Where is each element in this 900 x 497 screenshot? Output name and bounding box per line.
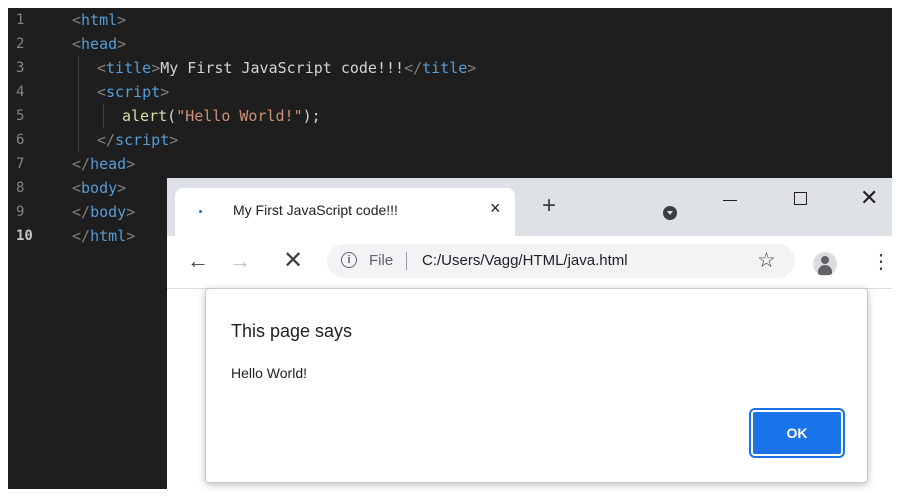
code-text: </body> xyxy=(72,203,136,221)
tab-close-icon[interactable]: × xyxy=(490,198,501,219)
stop-button[interactable]: ✕ xyxy=(283,246,303,275)
code-text: <body> xyxy=(72,179,127,197)
alert-dialog: This page says Hello World! OK xyxy=(205,288,868,483)
line-number: 5 xyxy=(16,108,25,124)
line-number: 3 xyxy=(16,60,25,76)
profile-avatar-icon[interactable] xyxy=(813,252,837,276)
code-line[interactable]: 1 <html> xyxy=(8,8,892,32)
new-tab-button[interactable]: + xyxy=(542,194,556,218)
code-text: <head> xyxy=(72,35,127,53)
dialog-message: Hello World! xyxy=(231,365,307,381)
scheme-label: File xyxy=(369,252,394,269)
dialog-title: This page says xyxy=(231,321,353,341)
line-number: 6 xyxy=(16,132,25,148)
maximize-icon[interactable] xyxy=(794,192,807,205)
code-line[interactable]: 5 alert("Hello World!"); xyxy=(8,104,892,128)
url-text[interactable]: C:/Users/Vagg/HTML/java.html xyxy=(422,252,628,269)
bookmark-star-icon[interactable]: ☆ xyxy=(757,248,776,273)
code-text: <script> xyxy=(97,83,170,101)
browser-tab[interactable]: My First JavaScript code!!! × xyxy=(175,188,515,236)
window-close-icon[interactable]: ✕ xyxy=(860,185,878,211)
code-line[interactable]: 3 <title>My First JavaScript code!!!</tit… xyxy=(8,56,892,80)
browser-toolbar: ← → ✕ i File C:/Users/Vagg/HTML/java.htm… xyxy=(167,236,892,289)
tab-title: My First JavaScript code!!! xyxy=(233,202,398,218)
code-line[interactable]: 4 <script> xyxy=(8,80,892,104)
minimize-icon[interactable] xyxy=(723,200,737,201)
code-text: </head> xyxy=(72,155,136,173)
tab-strip: My First JavaScript code!!! × + ✕ xyxy=(167,178,892,236)
address-bar[interactable]: i File C:/Users/Vagg/HTML/java.html ☆ xyxy=(327,244,795,278)
code-text: <title>My First JavaScript code!!!</titl… xyxy=(97,59,477,77)
line-number: 4 xyxy=(16,84,25,100)
divider xyxy=(406,252,407,270)
code-line[interactable]: 6 </script> xyxy=(8,128,892,152)
code-line[interactable]: 2 <head> xyxy=(8,32,892,56)
line-number: 1 xyxy=(16,12,25,28)
code-text: <html> xyxy=(72,11,127,29)
tab-search-icon[interactable] xyxy=(663,206,677,220)
code-text: </script> xyxy=(97,131,179,149)
line-number: 2 xyxy=(16,36,25,52)
info-icon[interactable]: i xyxy=(341,252,357,268)
indent-guide xyxy=(78,56,79,152)
line-number: 7 xyxy=(16,156,25,172)
line-number: 10 xyxy=(16,228,33,244)
code-text: alert("Hello World!"); xyxy=(122,107,321,125)
forward-button[interactable]: → xyxy=(229,248,251,274)
indent-guide xyxy=(103,104,104,128)
line-number: 8 xyxy=(16,180,25,196)
back-button[interactable]: ← xyxy=(187,248,209,274)
loading-indicator-icon xyxy=(199,210,202,213)
kebab-menu-icon[interactable]: ⋮ xyxy=(871,250,891,274)
code-line[interactable]: 7 </head> xyxy=(8,152,892,176)
line-number: 9 xyxy=(16,204,25,220)
ok-button[interactable]: OK xyxy=(751,410,843,456)
code-text: </html> xyxy=(72,227,136,245)
